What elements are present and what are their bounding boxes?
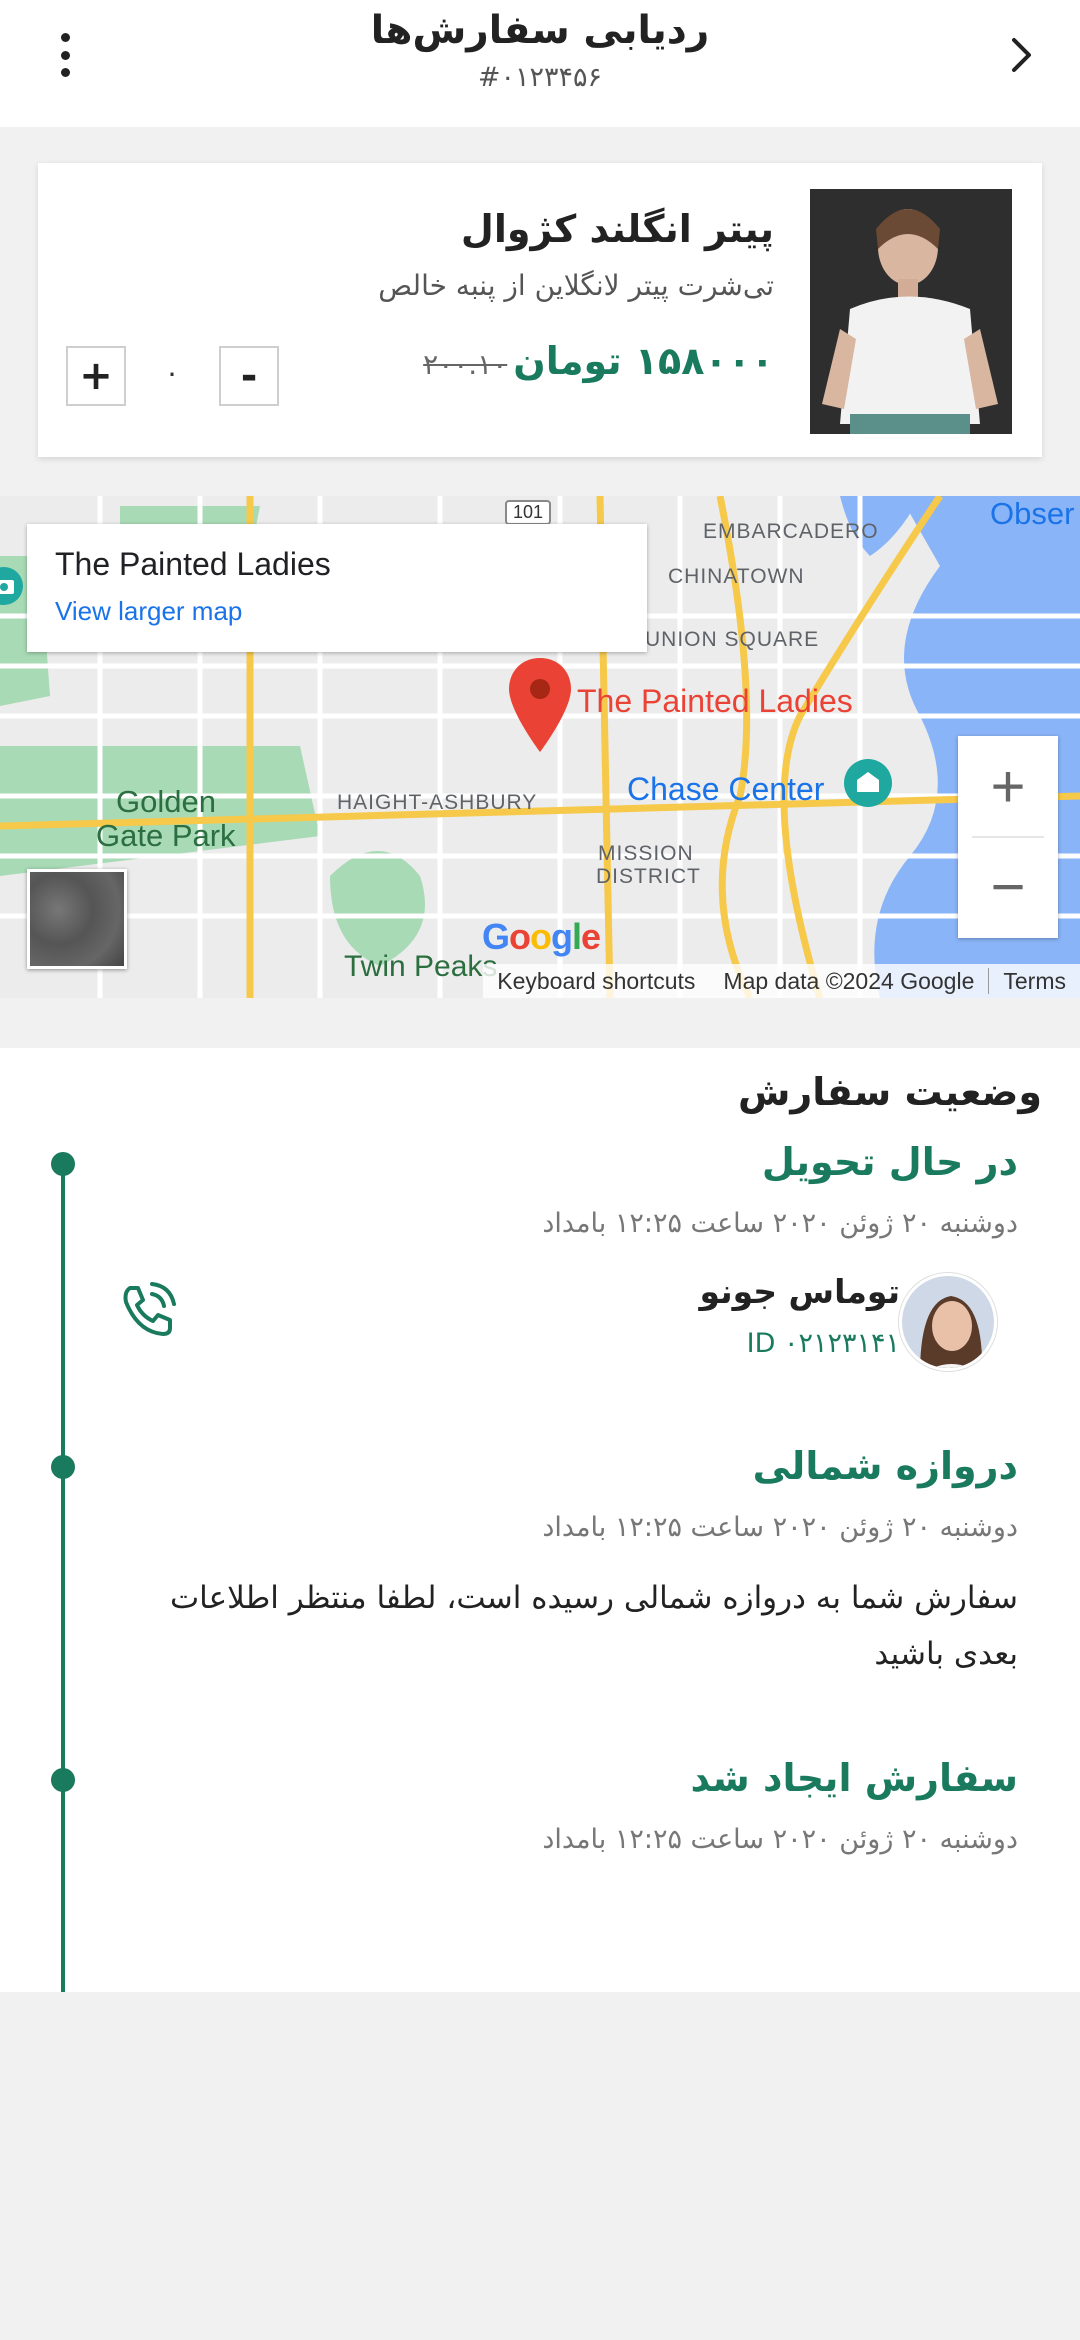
courier-name: توماس جونو [699,1272,900,1311]
product-image [810,189,1012,434]
step-description: سفارش شما به دروازه شمالی رسیده است، لطف… [170,1580,1018,1672]
courier-id: ID ۰۲۱۲۳۱۴۱ [746,1328,900,1359]
satellite-toggle-button[interactable] [27,869,127,969]
product-title: پیتر انگلند کژوال [460,207,774,251]
timeline-dot [51,1768,75,1792]
map-label-mission-2: DISTRICT [596,865,701,888]
map-footer: Keyboard shortcuts Map data ©2024 Google… [483,964,1080,998]
timeline-dot [51,1455,75,1479]
back-arrow-icon[interactable] [996,30,1046,80]
step-date: دوشنبه ۲۰ ژوئن ۲۰۲۰ ساعت ۱۲:۲۵ بامداد [542,1512,1018,1543]
map-label-chinatown: CHINATOWN [668,565,805,588]
order-number: #۰۱۲۳۴۵۶ [477,62,603,93]
map-pin-label: The Painted Ladies [577,683,853,719]
price-row: ۱۵۸۰۰۰ تومان ۲۰۰.۱۰ [423,339,774,383]
courier-avatar [899,1273,997,1371]
map-view[interactable]: EMBARCADERO CHINATOWN UNION SQUARE Obser… [0,496,1080,998]
step-title: دروازه شمالی [752,1444,1018,1488]
map-label-observatory: Obser [990,496,1075,531]
quantity-value: ۰ [164,356,180,389]
step-date: دوشنبه ۲۰ ژوئن ۲۰۲۰ ساعت ۱۲:۲۵ بامداد [542,1824,1018,1855]
zoom-in-button[interactable]: + [958,736,1058,836]
price: ۱۵۸۰۰۰ تومان [513,339,774,383]
venue-marker-icon [844,759,892,807]
step-date: دوشنبه ۲۰ ژوئن ۲۰۲۰ ساعت ۱۲:۲۵ بامداد [542,1208,1018,1239]
keyboard-shortcuts-link[interactable]: Keyboard shortcuts [483,968,709,995]
map-zoom-controls: + − [958,736,1058,938]
map-label-embarcadero: EMBARCADERO [703,520,879,543]
camera-marker-icon [0,567,23,605]
timeline-dot [51,1152,75,1176]
map-pin-icon[interactable] [505,656,575,756]
map-label-mission-1: MISSION [598,842,694,865]
decrease-quantity-button[interactable]: - [219,346,279,406]
map-label-route: 101 [505,500,552,525]
zoom-out-button[interactable]: − [958,836,1058,936]
map-label-chase-center: Chase Center [627,771,825,807]
page-title: ردیابی سفارش‌ها [370,8,710,53]
map-label-golden-gate-1: Golden [116,784,216,819]
step-title: سفارش ایجاد شد [690,1756,1018,1800]
map-label-golden-gate-2: Gate Park [96,818,236,853]
order-status-title: وضعیت سفارش [737,1070,1042,1114]
map-label-haight-ashbury: HAIGHT-ASHBURY [337,791,538,814]
phone-call-icon[interactable] [116,1280,178,1342]
map-label-union-square: UNION SQUARE [645,628,820,651]
map-place-card: The Painted Ladies View larger map [27,524,647,652]
order-status-section: وضعیت سفارش در حال تحویل دوشنبه ۲۰ ژوئن … [0,1048,1080,1992]
increase-quantity-button[interactable]: + [66,346,126,406]
old-price: ۲۰۰.۱۰ [423,348,508,381]
google-logo: Google [482,916,601,957]
map-place-name: The Painted Ladies [55,546,331,582]
product-card: پیتر انگلند کژوال تی‌شرت پیتر لانگلاین ا… [38,163,1042,457]
top-app-bar: ردیابی سفارش‌ها #۰۱۲۳۴۵۶ [0,0,1080,127]
view-larger-map-link[interactable]: View larger map [55,596,242,627]
step-title: در حال تحویل [761,1140,1018,1184]
zoom-divider [972,836,1044,838]
product-description: تی‌شرت پیتر لانگلاین از پنبه خالص [378,269,774,302]
terms-link[interactable]: Terms [989,968,1080,995]
map-label-twin-peaks: Twin Peaks [344,950,498,983]
timeline-line [61,1168,65,1992]
map-data-label: Map data ©2024 Google [723,967,975,994]
